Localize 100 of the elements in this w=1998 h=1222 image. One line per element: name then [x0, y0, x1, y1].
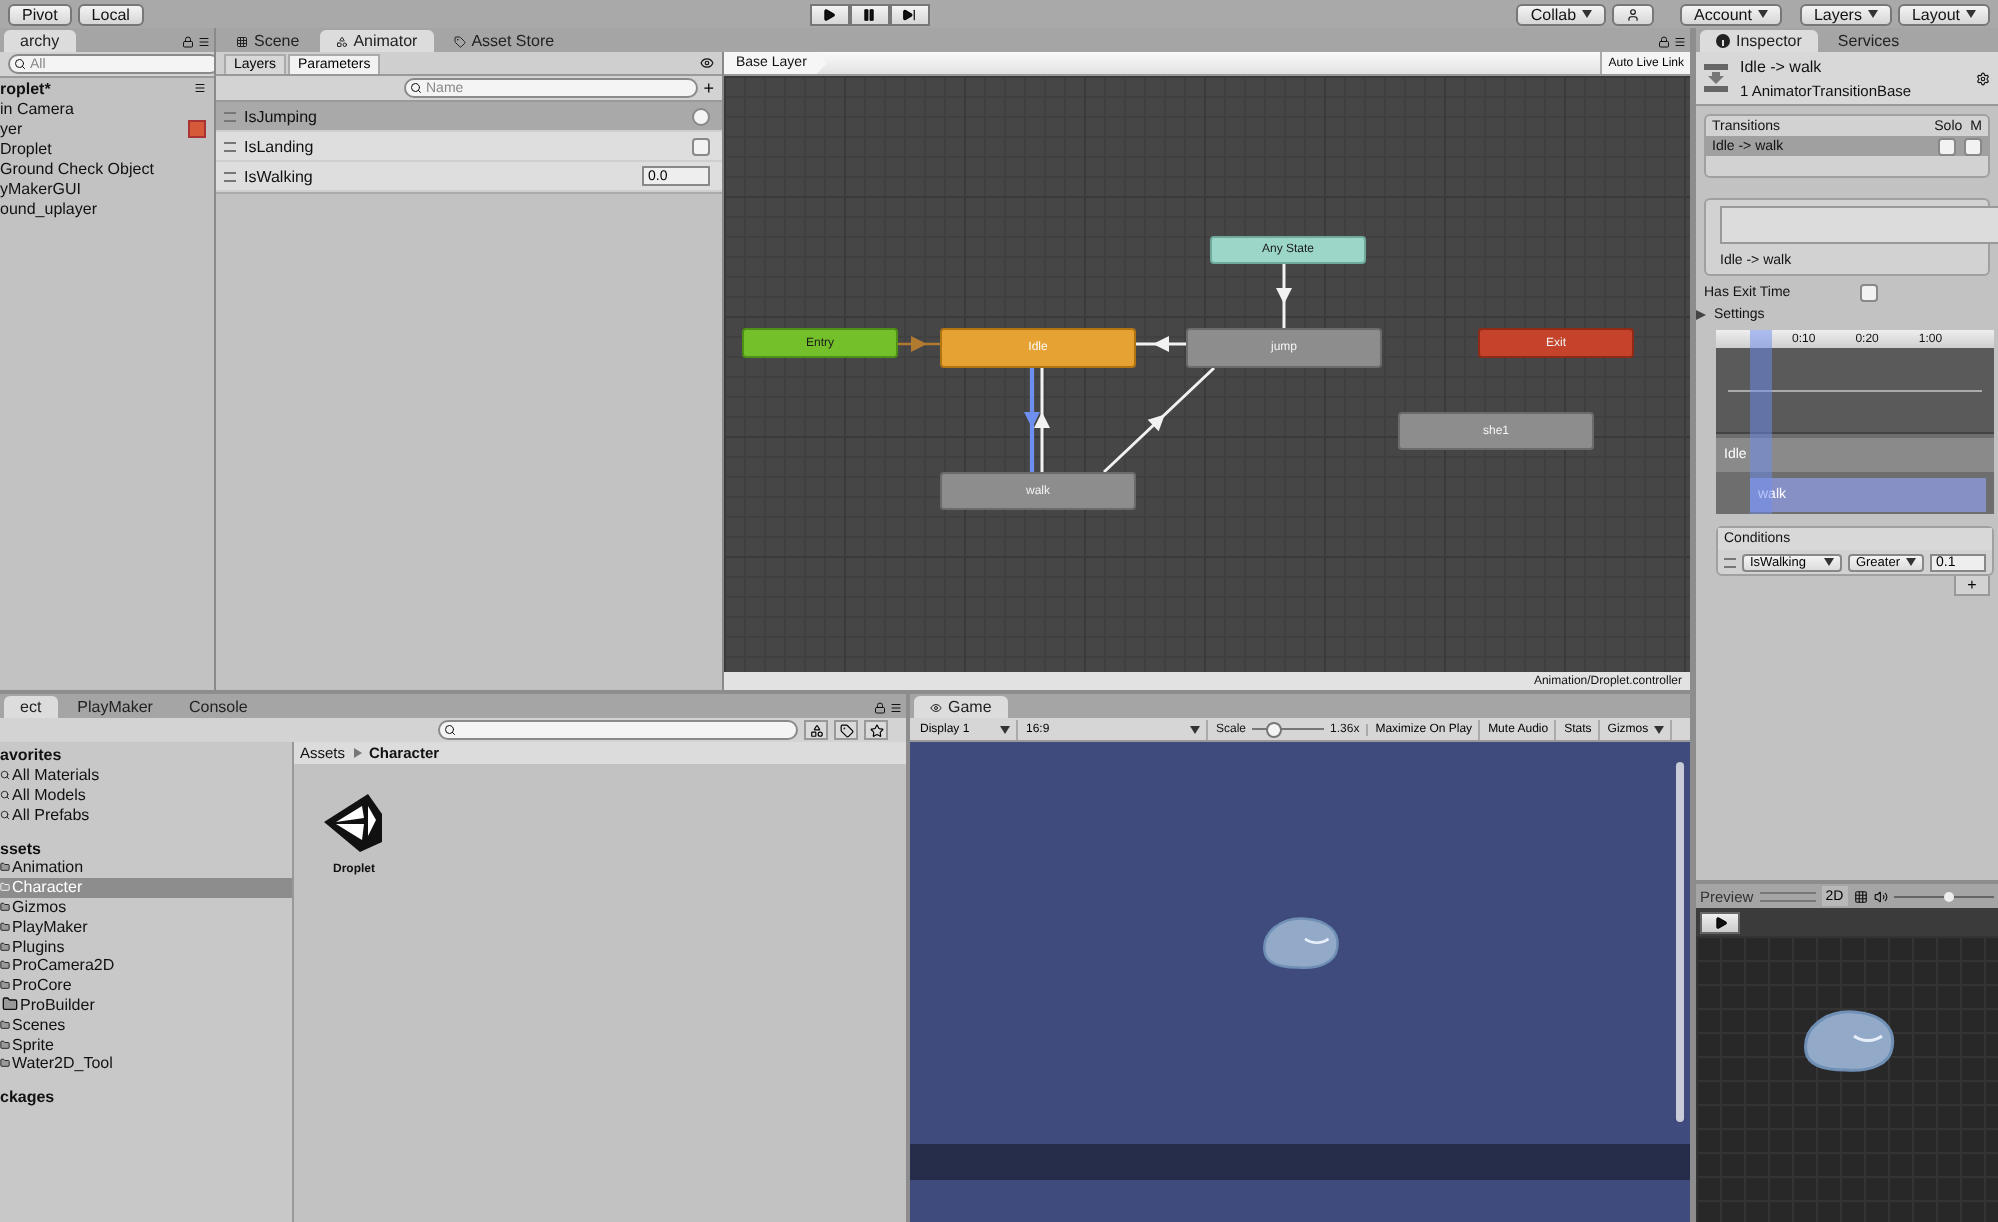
drag-handle-icon [224, 111, 236, 121]
drag-handle-icon [224, 171, 236, 181]
checkbox[interactable] [692, 137, 710, 155]
caret-icon [1000, 725, 1010, 733]
folder-item[interactable]: PlayMaker [0, 916, 292, 937]
hierarchy-item[interactable]: Ground Check Object [0, 159, 154, 177]
caret-icon [1582, 10, 1593, 18]
badge-icon [188, 119, 206, 137]
drag-handle-icon [1724, 557, 1736, 567]
panel-tab[interactable]: Console [172, 696, 264, 718]
search-icon [0, 789, 10, 800]
collab-button[interactable]: Collab [1516, 3, 1607, 25]
folder-item[interactable]: ssets [0, 838, 292, 858]
shapes-icon [809, 723, 823, 737]
star-icon [869, 723, 883, 737]
transition-arrow[interactable] [1102, 366, 1216, 474]
mute-checkbox[interactable] [1964, 137, 1982, 155]
add-condition-button[interactable]: + [1954, 576, 1990, 596]
folder-item[interactable]: ProBuilder [0, 995, 292, 1015]
layers-dropdown[interactable]: Layers [1799, 3, 1892, 25]
transition-arrow[interactable] [1034, 368, 1050, 472]
user-icon [1626, 7, 1641, 21]
folder-item[interactable]: Sprite [0, 1034, 292, 1054]
search-field[interactable] [438, 720, 798, 740]
solo-checkbox[interactable] [1938, 137, 1956, 155]
lock-icon [1658, 35, 1670, 47]
checkbox[interactable] [1860, 284, 1878, 302]
folder-item[interactable]: Water2D_Tool [0, 1053, 292, 1074]
folder-item[interactable]: Plugins [0, 936, 292, 956]
favorite-button[interactable] [864, 720, 888, 740]
blob-character-drawing [1258, 912, 1342, 974]
tag-icon [839, 723, 853, 737]
play-icon [822, 7, 837, 21]
lock-icon [874, 701, 886, 713]
parameter-row[interactable]: IsLanding [216, 132, 722, 162]
panel-tab[interactable]: Inspector [1700, 30, 1818, 52]
info-icon [1716, 34, 1730, 48]
transition-arrow[interactable] [1276, 264, 1292, 328]
panel-tab[interactable]: Services [1821, 30, 1916, 52]
hierarchy-item[interactable]: yMakerGUI [0, 179, 81, 197]
hierarchy-item[interactable]: yer [0, 119, 23, 137]
play-button[interactable] [1700, 911, 1740, 933]
hierarchy-item[interactable]: in Camera [0, 99, 74, 117]
parameter-row[interactable]: IsJumping [216, 102, 722, 132]
drag-handle-icon [224, 141, 236, 151]
folder-item[interactable]: All Models [0, 785, 292, 805]
parameter-name: IsJumping [244, 107, 319, 125]
folder-item[interactable]: Animation [0, 857, 292, 878]
layout-dropdown[interactable]: Layout [1897, 3, 1990, 25]
panel-tab[interactable]: Animator [319, 30, 434, 52]
add-button[interactable]: + [703, 78, 714, 98]
panel-tab[interactable]: ect [4, 696, 58, 718]
hierarchy-item[interactable]: Droplet [0, 139, 52, 157]
caret-icon [1867, 10, 1878, 18]
transition-arrow[interactable] [1136, 336, 1186, 352]
parameter-name: IsWalking [244, 167, 315, 185]
name-field[interactable] [1720, 206, 1998, 244]
play-button[interactable] [809, 3, 850, 25]
lock-icon [182, 35, 194, 47]
panel-tab[interactable]: archy [4, 30, 76, 52]
panel-tab[interactable]: Asset Store [437, 30, 571, 52]
folder-item[interactable]: Gizmos [0, 897, 292, 917]
transition-arrow[interactable] [1024, 368, 1040, 472]
caret-icon [1823, 558, 1834, 566]
folder-icon [0, 882, 10, 893]
grid-icon [236, 35, 248, 47]
transition-icon [1704, 64, 1728, 92]
folder-item[interactable]: avorites [0, 746, 292, 766]
panel-tab[interactable]: Scene [220, 30, 316, 52]
menu-icon [890, 701, 902, 713]
search-icon [444, 724, 456, 736]
folder-item[interactable]: ProCore [0, 975, 292, 996]
search-icon [0, 809, 10, 820]
folder-item[interactable]: All Materials [0, 765, 292, 786]
trigger-radio[interactable] [692, 107, 710, 125]
folder-item[interactable]: All Prefabs [0, 804, 292, 825]
panel-tab[interactable]: Game [914, 696, 1008, 718]
account-button[interactable] [1612, 3, 1655, 25]
eye-icon [700, 56, 714, 70]
account-dropdown[interactable]: Account [1680, 3, 1782, 25]
caret-icon [1654, 725, 1665, 733]
caret-icon [1190, 725, 1200, 733]
inspector-title: Idle -> walk [1740, 57, 1824, 75]
folder-item[interactable]: ckages [0, 1087, 292, 1108]
play-icon [1713, 915, 1727, 929]
menu-icon [198, 35, 210, 47]
toolbar-button[interactable]: Local [77, 3, 144, 25]
scene-name: roplet* [0, 79, 51, 97]
pause-button[interactable] [849, 3, 890, 25]
search-icon [410, 82, 422, 94]
step-button[interactable] [889, 3, 930, 25]
toolbar-button[interactable]: Pivot [8, 3, 72, 25]
filter-button[interactable] [804, 720, 828, 740]
folder-item[interactable]: Scenes [0, 1014, 292, 1035]
panel-tab[interactable]: PlayMaker [61, 696, 169, 718]
label-button[interactable] [834, 720, 858, 740]
hierarchy-item[interactable]: ound_uplayer [0, 199, 97, 217]
chevron-icon [353, 748, 362, 758]
folder-item[interactable]: ProCamera2D [0, 955, 292, 976]
step-icon [902, 7, 917, 21]
